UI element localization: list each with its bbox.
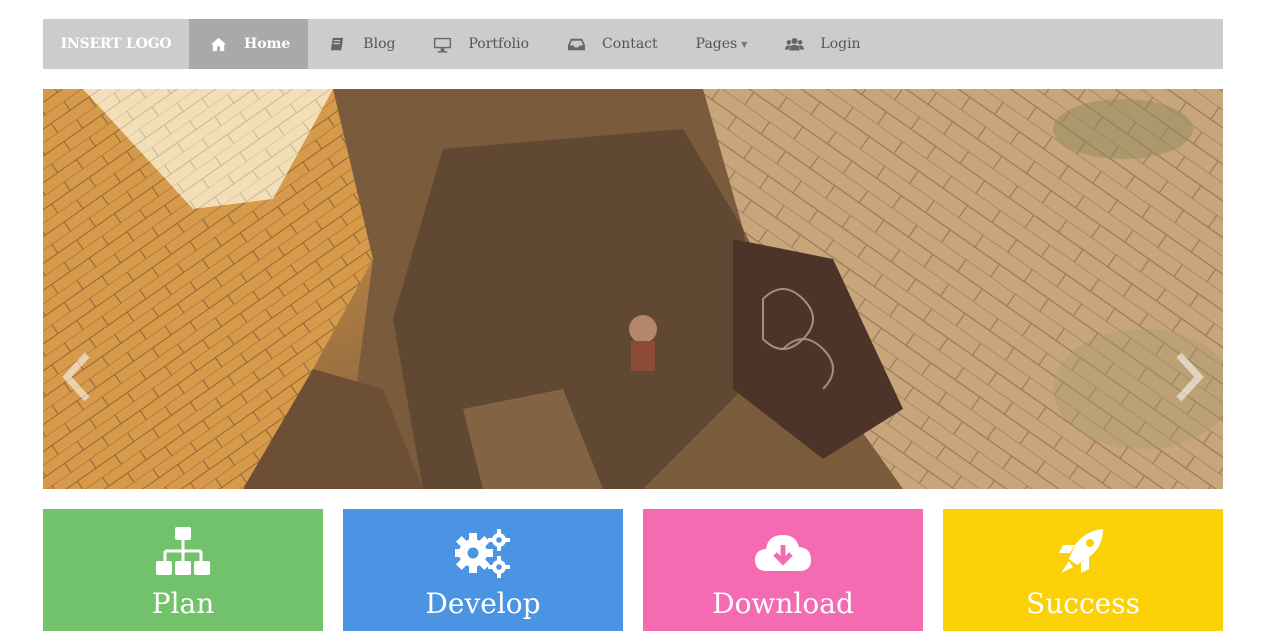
nav-portfolio-label: Portfolio — [468, 36, 530, 52]
tile-develop[interactable]: Develop — [343, 509, 623, 631]
nav-home-label: Home — [244, 36, 291, 52]
tile-plan-label: Plan — [151, 587, 215, 620]
gears-icon — [453, 527, 511, 579]
brand-logo[interactable]: INSERT LOGO — [43, 19, 189, 69]
tile-develop-label: Develop — [425, 587, 541, 620]
caret-down-icon: ▼ — [741, 39, 748, 49]
carousel-prev-button[interactable] — [57, 347, 97, 407]
nav-blog[interactable]: Blog — [308, 19, 413, 69]
nav-blog-label: Blog — [363, 36, 396, 52]
tile-success[interactable]: Success — [943, 509, 1223, 631]
nav-pages-label: Pages — [695, 36, 738, 52]
illustrated-stone-alley-scene — [43, 89, 1223, 489]
nav-login[interactable]: Login — [765, 19, 878, 69]
desktop-icon — [433, 35, 452, 54]
feature-tiles: Plan Develop Download Success — [43, 509, 1223, 631]
nav-login-label: Login — [820, 36, 861, 52]
chevron-right-icon — [1176, 352, 1204, 402]
home-icon — [209, 35, 228, 54]
nav-contact-label: Contact — [602, 36, 658, 52]
cloud-download-icon — [755, 527, 811, 579]
nav-pages-dropdown[interactable]: Pages ▼ — [676, 19, 766, 69]
users-icon — [785, 35, 805, 54]
chevron-left-icon — [62, 352, 90, 402]
nav-home[interactable]: Home — [189, 19, 309, 69]
rocket-icon — [1055, 527, 1111, 579]
nav-contact[interactable]: Contact — [547, 19, 676, 69]
top-navbar: INSERT LOGO Home Blog Portfolio Contact … — [43, 19, 1223, 69]
carousel-next-button[interactable] — [1169, 347, 1209, 407]
inbox-icon — [567, 35, 586, 54]
sitemap-icon — [155, 527, 211, 579]
tile-success-label: Success — [1026, 587, 1140, 620]
hero-carousel[interactable] — [43, 89, 1223, 489]
tile-download-label: Download — [712, 587, 854, 620]
book-icon — [328, 35, 347, 54]
nav-portfolio[interactable]: Portfolio — [413, 19, 547, 69]
tile-download[interactable]: Download — [643, 509, 923, 631]
tile-plan[interactable]: Plan — [43, 509, 323, 631]
